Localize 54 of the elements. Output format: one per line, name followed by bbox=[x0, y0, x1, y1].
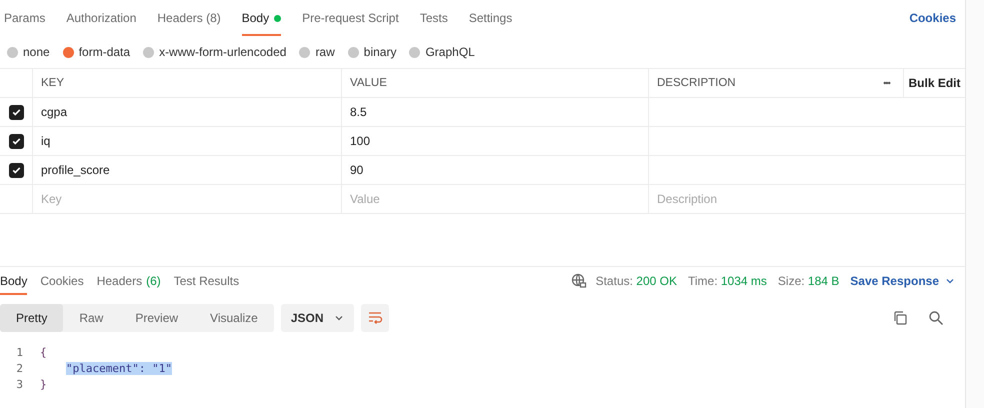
body-type-radio[interactable]: binary bbox=[348, 45, 396, 59]
view-mode-tab[interactable]: Visualize bbox=[194, 304, 274, 332]
code-text: "placement": "1" bbox=[66, 362, 172, 374]
value-cell[interactable]: 100 bbox=[341, 127, 648, 155]
line-number: 3 bbox=[15, 378, 24, 390]
request-tab[interactable]: Headers (8) bbox=[157, 0, 221, 36]
body-type-radio[interactable]: form-data bbox=[62, 45, 130, 59]
view-mode-tab[interactable]: Preview bbox=[119, 304, 194, 332]
line-number: 2 bbox=[15, 362, 24, 374]
body-type-radio[interactable]: x-www-form-urlencoded bbox=[143, 45, 286, 59]
globe-lock-icon[interactable] bbox=[570, 273, 587, 289]
body-type-radio[interactable]: raw bbox=[299, 45, 335, 59]
column-header: VALUE bbox=[341, 69, 648, 97]
request-tab[interactable]: Params bbox=[4, 0, 46, 36]
request-tab[interactable]: Tests bbox=[420, 0, 448, 36]
checkbox[interactable] bbox=[8, 104, 24, 120]
column-header: KEY bbox=[32, 69, 341, 97]
request-tab[interactable]: Authorization bbox=[66, 0, 136, 36]
copy-icon[interactable] bbox=[892, 310, 908, 326]
cookies-link[interactable]: Cookies bbox=[909, 11, 956, 25]
code-text: } bbox=[40, 378, 47, 390]
view-mode-tab[interactable]: Pretty bbox=[0, 304, 64, 332]
wrap-lines-icon bbox=[366, 310, 383, 326]
body-type-radio[interactable]: none bbox=[7, 45, 50, 59]
body-type-radio[interactable]: GraphQL bbox=[409, 45, 475, 59]
view-mode-tab[interactable]: Raw bbox=[63, 304, 120, 332]
format-dropdown[interactable]: JSON bbox=[280, 304, 354, 332]
size-text: Size: 184 B bbox=[778, 274, 840, 288]
key-cell[interactable]: cgpa bbox=[32, 98, 341, 126]
checkbox[interactable] bbox=[8, 162, 24, 178]
value-cell[interactable]: 90 bbox=[341, 156, 648, 184]
request-tab[interactable]: Pre-request Script bbox=[302, 0, 399, 36]
wrap-lines-button[interactable] bbox=[360, 304, 389, 332]
more-button[interactable]: ••• bbox=[883, 78, 890, 88]
checkbox[interactable] bbox=[8, 134, 24, 148]
save-response-button[interactable]: Save Response bbox=[850, 274, 955, 288]
response-tab[interactable]: Body bbox=[0, 267, 28, 295]
code-text: { bbox=[40, 346, 47, 358]
chevron-down-icon bbox=[334, 313, 344, 323]
value-cell[interactable]: 8.5 bbox=[341, 98, 648, 126]
search-icon[interactable] bbox=[928, 310, 944, 326]
chevron-down-icon bbox=[945, 276, 955, 286]
response-tab[interactable]: Test Results bbox=[174, 267, 240, 295]
request-tab[interactable]: Body bbox=[242, 0, 282, 36]
status-text: Status: 200 OK bbox=[596, 274, 677, 288]
key-cell[interactable]: profile_score bbox=[32, 156, 341, 184]
time-text: Time: 1034 ms bbox=[688, 274, 767, 288]
response-tab[interactable]: Headers (6) bbox=[96, 267, 161, 295]
request-tab[interactable]: Settings bbox=[468, 0, 512, 36]
bulk-edit-button[interactable]: Bulk Edit bbox=[908, 76, 960, 90]
column-header: DESCRIPTION bbox=[648, 69, 870, 97]
key-cell[interactable]: iq bbox=[32, 127, 341, 155]
line-number: 1 bbox=[15, 346, 24, 358]
response-tab[interactable]: Cookies bbox=[40, 267, 84, 295]
